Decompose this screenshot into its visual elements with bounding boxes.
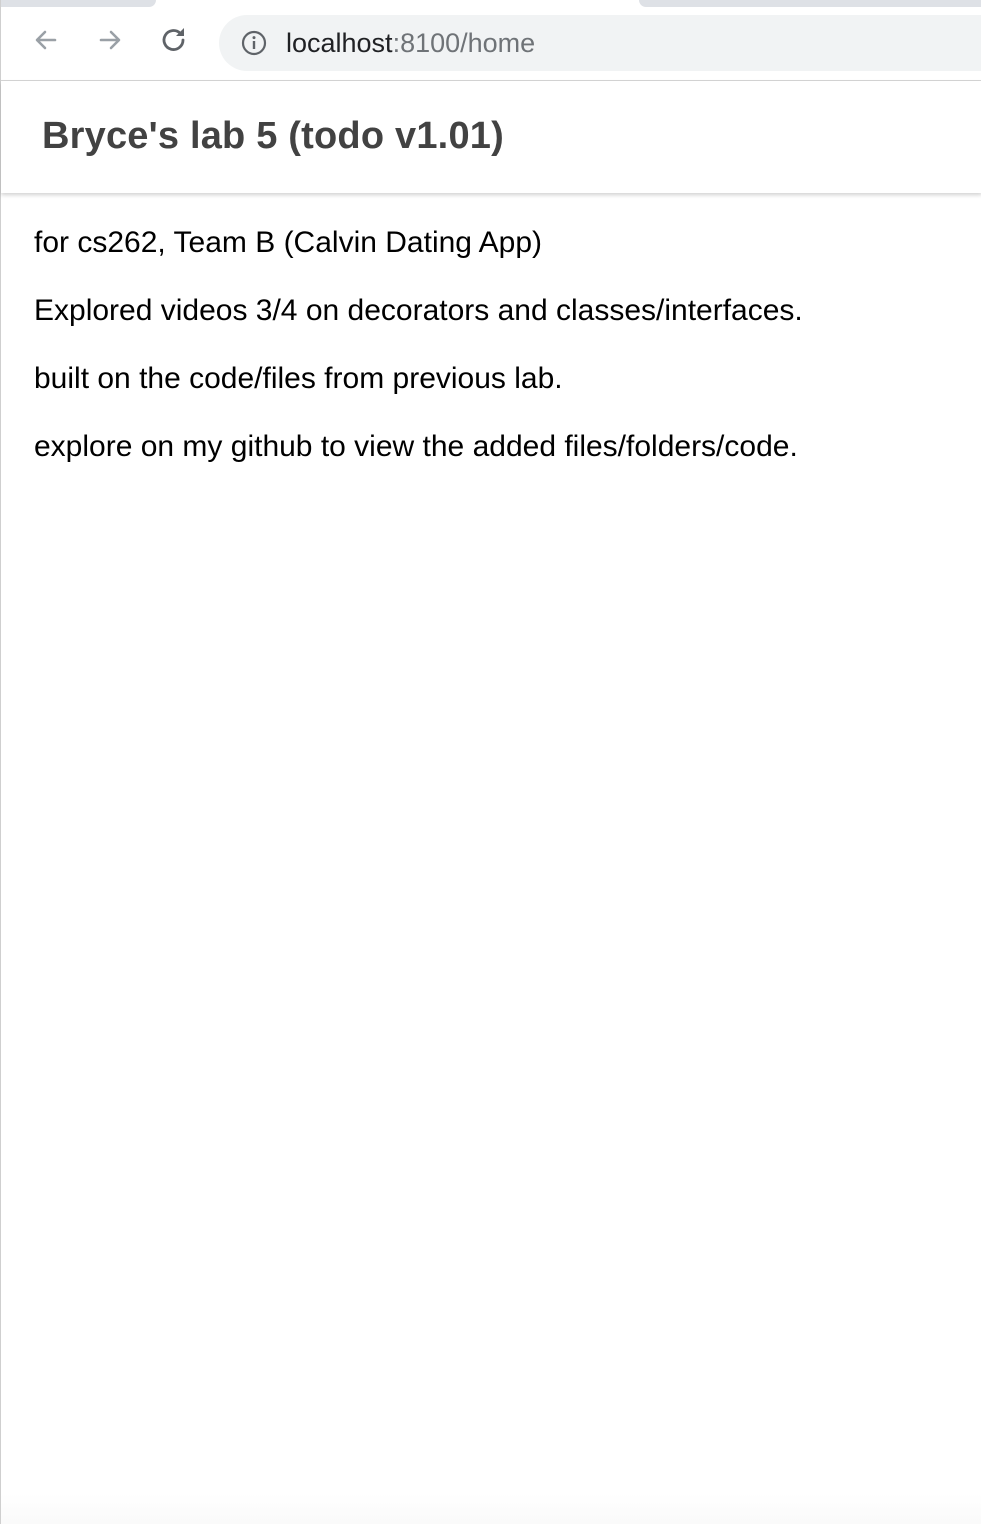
back-button[interactable] [28, 22, 64, 58]
page-bottom [1, 1494, 981, 1524]
reload-button[interactable] [156, 22, 192, 58]
page-content: for cs262, Team B (Calvin Dating App) Ex… [1, 193, 981, 1524]
content-paragraph: built on the code/files from previous la… [34, 362, 563, 395]
content-paragraph: explore on my github to view the added f… [34, 430, 798, 463]
arrow-left-icon [35, 30, 57, 50]
arrow-right-icon [99, 30, 121, 50]
reload-icon [162, 28, 185, 51]
tab-strip [1, 0, 981, 8]
content-paragraph: for cs262, Team B (Calvin Dating App) [34, 226, 543, 259]
browser-toolbar: localhost:8100/home [1, 8, 981, 81]
tab-left[interactable] [1, 0, 156, 7]
url-path: :8100/home [392, 28, 536, 58]
forward-button[interactable] [92, 22, 128, 58]
page-title: Bryce's lab 5 (todo v1.01) [42, 115, 504, 157]
browser-window: localhost:8100/home Bryce's lab 5 (todo … [0, 0, 981, 1524]
url-text[interactable]: localhost:8100/home [286, 15, 535, 71]
info-icon[interactable] [241, 30, 267, 56]
tab-right[interactable] [639, 0, 981, 7]
address-bar[interactable]: localhost:8100/home [219, 15, 981, 71]
url-host: localhost [286, 28, 393, 58]
content-paragraph: Explored videos 3/4 on decorators and cl… [34, 294, 803, 327]
app-header: Bryce's lab 5 (todo v1.01) [1, 81, 981, 193]
